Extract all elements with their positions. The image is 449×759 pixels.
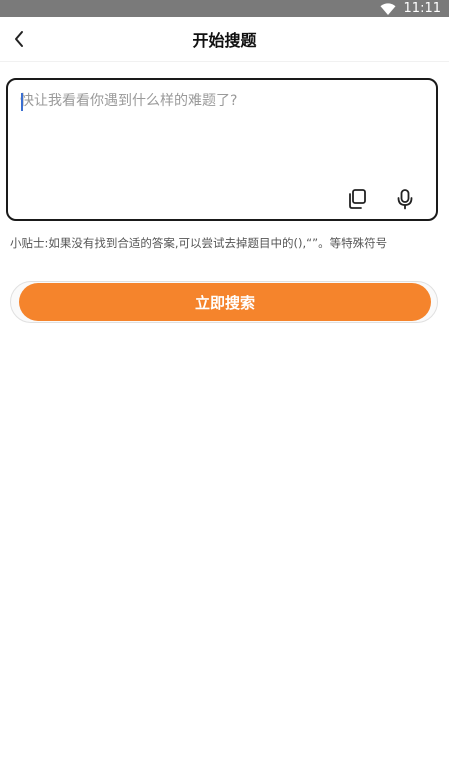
chevron-left-icon xyxy=(15,31,23,47)
search-button-container: 立即搜索 xyxy=(10,281,438,323)
question-input[interactable] xyxy=(20,90,424,180)
header-divider xyxy=(0,61,449,62)
text-cursor xyxy=(21,93,23,111)
status-time: 11:11 xyxy=(403,1,441,16)
question-box xyxy=(6,78,438,221)
status-bar: 11:11 xyxy=(0,0,449,17)
search-tip: 小贴士:如果没有找到合适的答案,可以尝试去掉题目中的(),“”。等特殊符号 xyxy=(10,236,388,250)
search-button[interactable]: 立即搜索 xyxy=(19,283,431,321)
wifi-icon xyxy=(380,2,396,15)
page-title: 开始搜题 xyxy=(192,31,257,50)
back-button[interactable] xyxy=(6,25,32,53)
input-tools xyxy=(346,188,416,210)
nav-bar: 开始搜题 xyxy=(0,17,449,61)
copy-icon[interactable] xyxy=(346,188,368,210)
microphone-icon[interactable] xyxy=(394,188,416,210)
